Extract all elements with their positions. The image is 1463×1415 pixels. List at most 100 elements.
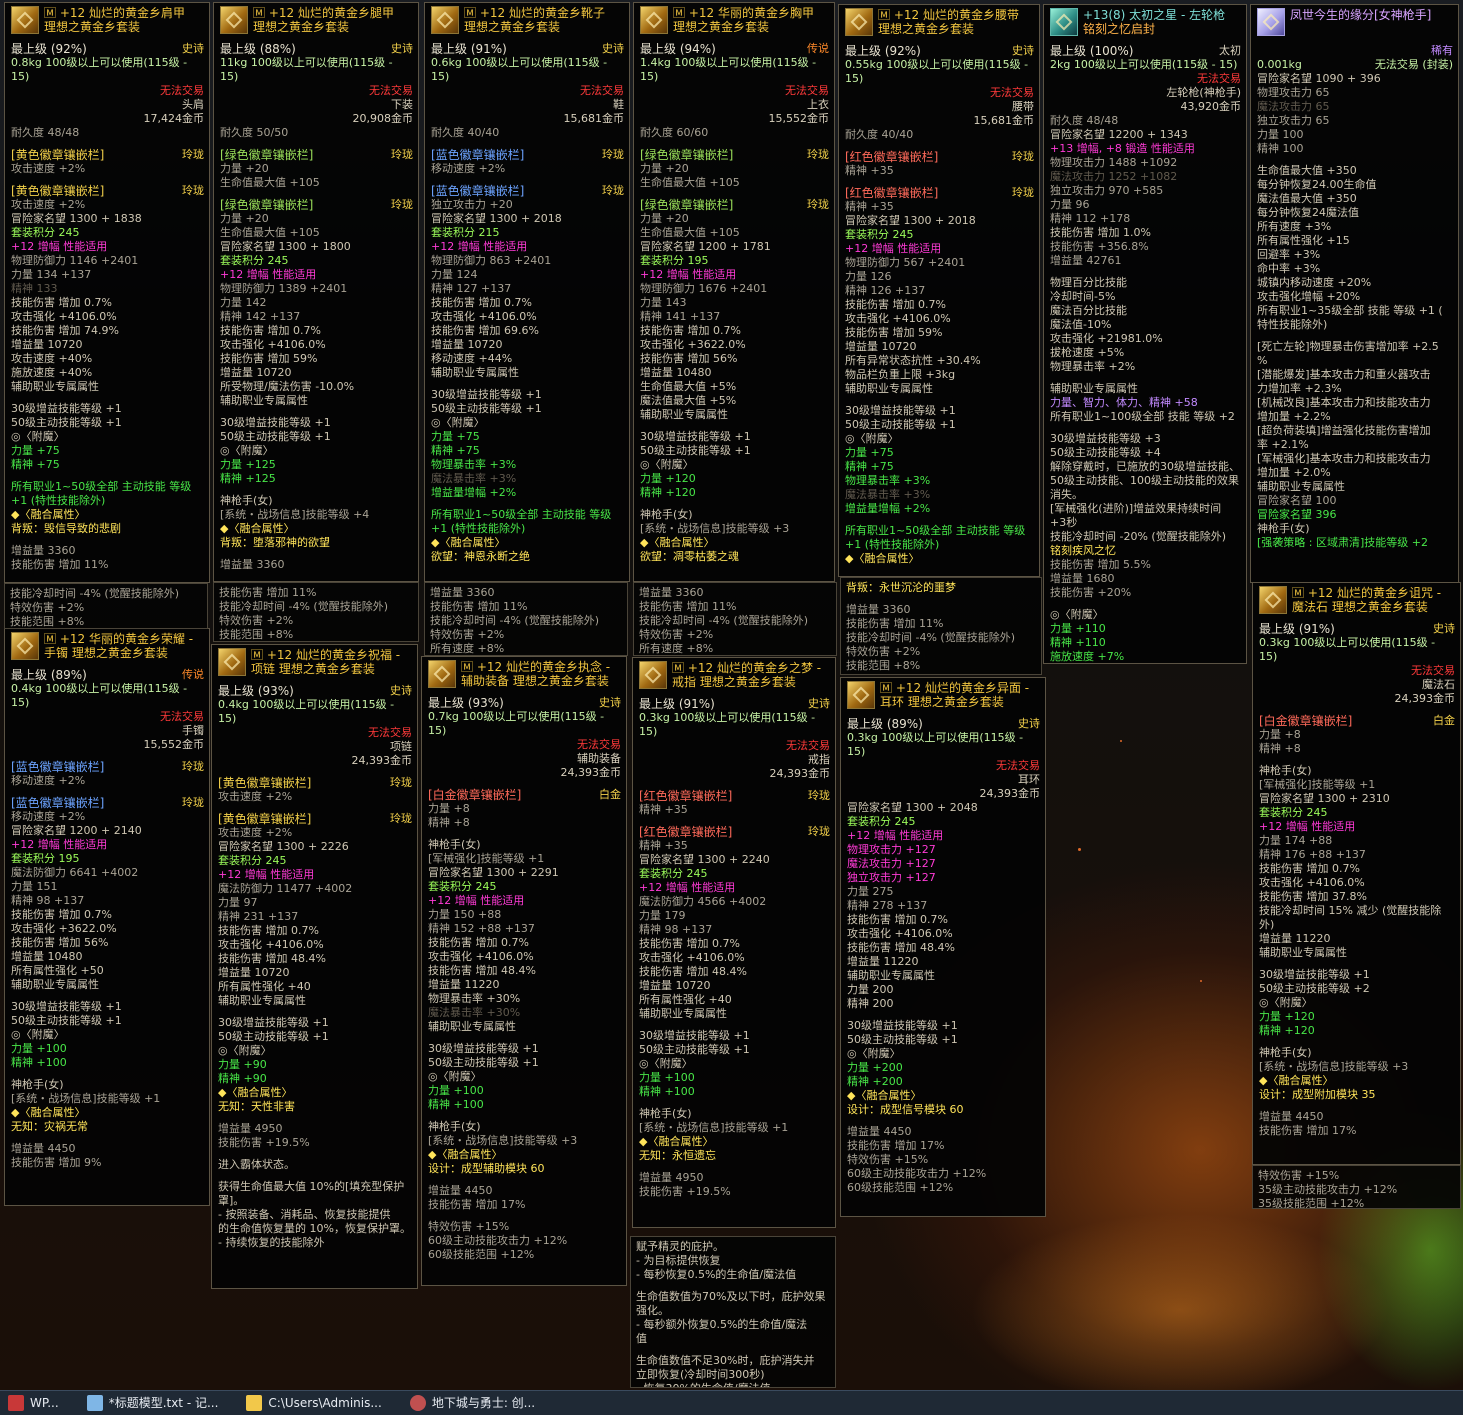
stat-line: 攻击强化 +4106.0% xyxy=(1259,876,1365,889)
item-set-name: 耳环 理想之黄金乡套装 xyxy=(880,695,1004,709)
stat-line: ◎〈附魔〉 xyxy=(847,1047,901,1060)
stat-line: +12 增幅 性能适用 xyxy=(847,829,944,842)
stat-line: 耐久度 60/60 xyxy=(640,126,709,139)
stat-line: ◆〈融合属性〉 xyxy=(11,1106,86,1119)
item-title-block: 🄼 +12 灿烂的黄金乡祝福 - 项链 理想之黄金乡套装 xyxy=(251,648,400,676)
stat-line: 特效伤害 +15% xyxy=(428,1220,510,1233)
stat-line: 所有属性强化 +50 xyxy=(11,964,104,977)
item-tooltip-stone[interactable]: 🄼 +12 灿烂的黄金乡诅咒 - 魔法石 理想之黄金乡套装 最上级 (91%) 史诗 0… xyxy=(1252,582,1461,1165)
stat-line: 神枪手(女) xyxy=(11,1078,64,1091)
item-title-block: 🄼 +12 灿烂的黄金乡诅咒 - 魔法石 理想之黄金乡套装 xyxy=(1292,586,1441,614)
stat-line: 力量 +100 xyxy=(639,1071,695,1084)
stat-line: 无知：灾祸无常 xyxy=(11,1120,88,1133)
stat-line: [军械强化]技能等级 +1 xyxy=(428,852,545,865)
stat-line: ◎〈附魔〉 xyxy=(11,1028,65,1041)
item-tooltip-title[interactable]: 凤世今生的缘分[女神枪手] 稀有 0.001kg 无法交易 (封装) 冒险家名望 109… xyxy=(1250,4,1459,583)
item-title-block: 🄼 +12 灿烂的黄金乡靴子 理想之黄金乡套装 xyxy=(464,6,605,34)
stat-line: 技能伤害 增加 48.4% xyxy=(218,952,326,965)
item-tooltip-necklace[interactable]: 🄼 +12 灿烂的黄金乡祝福 - 项链 理想之黄金乡套装 最上级 (93%) 史诗 0.… xyxy=(211,644,418,1289)
item-icon xyxy=(1050,8,1078,36)
stat-line: 无知：天性非害 xyxy=(218,1100,295,1113)
stat-line: 神枪手(女) xyxy=(1257,522,1310,535)
item-tooltip-ring[interactable]: 🄼 +12 灿烂的黄金乡之梦 - 戒指 理想之黄金乡套装 最上级 (91%) 史诗 0.… xyxy=(632,657,836,1228)
stat-line: 力量 +100 xyxy=(11,1042,67,1055)
stat-line: 精神 +120 xyxy=(640,486,696,499)
item-tooltip-chest[interactable]: 🄼 +12 华丽的黄金乡胸甲 理想之黄金乡套装 最上级 (94%) 传说 1.4kg 1… xyxy=(633,2,835,582)
stat-line: 技能伤害 增加 0.7% xyxy=(11,296,112,309)
stat-line: 设计：成型辅助模块 60 xyxy=(428,1162,545,1175)
item-tooltip-weapon[interactable]: +13(8) 太初之星 - 左轮枪 铭刻之忆启封 最上级 (100%) 太初 2kg 1… xyxy=(1043,4,1247,664)
stat-row: 最上级 (89%) 传说 xyxy=(11,668,204,682)
stat-line: 冒险家名望 1200 + 2140 xyxy=(11,824,142,837)
row-right-text: 玲珑 xyxy=(602,148,624,161)
row-right-text: 白金 xyxy=(599,788,621,801)
stat-line: 精神 278 +137 xyxy=(847,899,928,912)
stat-line: 冒险家名望 1300 + 1838 xyxy=(11,212,142,225)
taskbar-item-notepad[interactable]: *标题模型.txt - 记... xyxy=(79,1391,239,1415)
stat-line: ◆〈融合属性〉 xyxy=(1259,1074,1334,1087)
taskbar-item-explorer[interactable]: C:\Users\Adminis... xyxy=(238,1391,401,1415)
stat-line: 戒指 xyxy=(808,753,830,766)
stat-line: ◆〈融合属性〉 xyxy=(428,1148,503,1161)
item-tooltip-shoes[interactable]: 🄼 +12 灿烂的黄金乡靴子 理想之黄金乡套装 最上级 (91%) 史诗 0.6kg 1… xyxy=(424,2,630,582)
stat-line: 攻击强化 +4106.0% xyxy=(220,338,326,351)
stat-line: ◎〈附魔〉 xyxy=(11,430,65,443)
stat-line: 增益量 4450 xyxy=(428,1184,493,1197)
item-name: 🄼 +12 华丽的黄金乡荣耀 - xyxy=(44,632,194,646)
item-tooltip-earring[interactable]: 🄼 +12 灿烂的黄金乡异面 - 耳环 理想之黄金乡套装 最上级 (89%) 史诗 0.… xyxy=(840,677,1046,1217)
stat-line: 增益量 10720 xyxy=(218,966,290,979)
stat-line: 手镯 xyxy=(182,724,204,737)
stat-line: 立即恢复(冷却时间300秒) xyxy=(636,1368,765,1381)
windows-taskbar: WP... *标题模型.txt - 记... C:\Users\Adminis.… xyxy=(0,1390,1463,1415)
stat-line: 增益量 10720 xyxy=(639,979,711,992)
stat-line: 24,393金币 xyxy=(1394,692,1456,705)
stat-line: 值 xyxy=(636,1332,647,1345)
stat-line: 辅助职业专属属性 xyxy=(431,366,519,379)
stat-line: 魔法攻击力 +127 xyxy=(847,857,936,870)
stat-line: 生命值最大值 +350 xyxy=(1257,164,1357,177)
stat-line: ◆〈融合属性〉 xyxy=(431,536,506,549)
tooltip-header: 🄼 +12 华丽的黄金乡荣耀 - 手镯 理想之黄金乡套装 xyxy=(11,632,204,666)
item-tooltip-bracer[interactable]: 🄼 +12 华丽的黄金乡荣耀 - 手镯 理想之黄金乡套装 最上级 (89%) 传说 0.… xyxy=(4,628,210,1206)
stat-line: - 每秒恢复0.5%的生命值/魔法值 xyxy=(636,1268,797,1281)
stat-line: 物理暴击率 +30% xyxy=(428,992,521,1005)
stat-line: 精神 +100 xyxy=(428,1098,484,1111)
taskbar-item-wps[interactable]: WP... xyxy=(0,1391,79,1415)
stat-line: 精神 +200 xyxy=(847,1075,903,1088)
stat-line: 物理防御力 567 +2401 xyxy=(845,256,966,269)
item-tooltip-support[interactable]: 🄼 +12 灿烂的黄金乡执念 - 辅助装备 理想之黄金乡套装 最上级 (93%) 史诗… xyxy=(421,656,627,1286)
stat-line: 辅助职业专属属性 xyxy=(428,1020,516,1033)
stat-line: 60级主动技能攻击力 +12% xyxy=(428,1234,568,1247)
stat-line: 技能伤害 增加 48.4% xyxy=(847,941,955,954)
stat-row: 最上级 (92%) 史诗 xyxy=(845,44,1034,58)
stat-line: 0.6kg 100级以上可以使用(115级 - 15) xyxy=(431,56,608,83)
stat-line: 攻击强化 +4106.0% xyxy=(428,950,534,963)
item-name: 🄼 +12 灿烂的黄金乡异面 - xyxy=(880,681,1030,695)
stat-line: 移动速度 +2% xyxy=(431,162,506,175)
stat-line: 辅助职业专属属性 xyxy=(11,978,99,991)
row-left-text: [蓝色徽章镶嵌栏] xyxy=(11,796,105,810)
item-name: 🄼 +12 华丽的黄金乡胸甲 xyxy=(673,6,814,20)
stat-line: 技能范围 +8% xyxy=(219,628,294,641)
item-tooltip-shoulder[interactable]: 🄼 +12 灿烂的黄金乡肩甲 理想之黄金乡套装 最上级 (92%) 史诗 0.8kg 1… xyxy=(4,2,210,583)
stat-line: 技能伤害 +356.8% xyxy=(1050,240,1149,253)
taskbar-item-dnf[interactable]: 地下城与勇士: 创... xyxy=(402,1391,555,1415)
stat-line: ◎〈附魔〉 xyxy=(218,1044,272,1057)
stat-line: 增益量 10720 xyxy=(220,366,292,379)
stat-line: 50级主动技能等级 +1 xyxy=(428,1056,539,1069)
stat-line: 技能伤害 增加 0.7% xyxy=(218,924,319,937)
item-tooltip-legs[interactable]: 🄼 +12 灿烂的黄金乡腿甲 理想之黄金乡套装 最上级 (88%) 史诗 11kg 10… xyxy=(213,2,419,582)
stat-line: 背叛：毁信导致的悲剧 xyxy=(11,522,121,535)
stat-line: 精神 100 xyxy=(1257,142,1304,155)
item-tooltip-belt[interactable]: 🄼 +12 灿烂的黄金乡腰带 理想之黄金乡套装 最上级 (92%) 史诗 0.55kg … xyxy=(838,4,1040,577)
stat-line: 特效伤害 +2% xyxy=(639,628,714,641)
stat-line: 套装积分 195 xyxy=(640,254,709,267)
stat-line: 冒险家名望 1300 + 2048 xyxy=(847,801,978,814)
